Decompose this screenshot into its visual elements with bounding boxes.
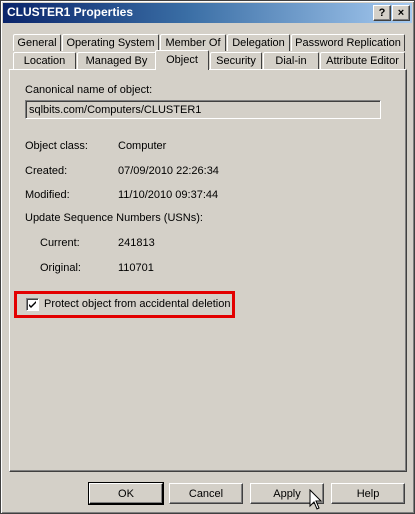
object-class-value: Computer bbox=[118, 140, 167, 152]
canonical-name-field[interactable]: sqlbits.com/Computers/CLUSTER1 bbox=[25, 100, 381, 119]
tab-password-replication[interactable]: Password Replication bbox=[291, 34, 405, 51]
usn-original-label: Original: bbox=[40, 262, 81, 274]
protect-deletion-checkbox[interactable] bbox=[26, 298, 39, 311]
help-button[interactable]: Help bbox=[331, 483, 405, 504]
tab-operating-system[interactable]: Operating System bbox=[62, 34, 159, 51]
modified-value: 11/10/2010 09:37:44 bbox=[118, 189, 219, 201]
mouse-pointer-icon bbox=[309, 489, 323, 510]
usn-original-value: 110701 bbox=[118, 262, 154, 274]
tab-managed-by[interactable]: Managed By bbox=[77, 52, 156, 69]
tab-location[interactable]: Location bbox=[13, 52, 76, 69]
tab-member-of[interactable]: Member Of bbox=[160, 34, 226, 51]
properties-dialog: CLUSTER1 Properties ? × General Operatin… bbox=[0, 0, 415, 514]
window-title: CLUSTER1 Properties bbox=[7, 5, 134, 19]
created-value: 07/09/2010 22:26:34 bbox=[118, 165, 219, 177]
title-bar[interactable]: CLUSTER1 Properties ? × bbox=[3, 3, 412, 23]
modified-label: Modified: bbox=[25, 189, 70, 201]
object-tab-panel: Canonical name of object: sqlbits.com/Co… bbox=[9, 69, 407, 472]
tab-delegation[interactable]: Delegation bbox=[227, 34, 290, 51]
ok-button[interactable]: OK bbox=[88, 482, 164, 505]
cancel-button[interactable]: Cancel bbox=[169, 483, 243, 504]
canonical-name-label: Canonical name of object: bbox=[25, 84, 153, 96]
object-class-label: Object class: bbox=[25, 140, 88, 152]
checkmark-icon bbox=[29, 301, 36, 308]
tab-security[interactable]: Security bbox=[210, 52, 262, 69]
created-label: Created: bbox=[25, 165, 68, 177]
usn-current-value: 241813 bbox=[118, 237, 155, 249]
tab-dial-in[interactable]: Dial-in bbox=[263, 52, 319, 69]
tab-attribute-editor[interactable]: Attribute Editor bbox=[320, 52, 405, 69]
usn-label: Update Sequence Numbers (USNs): bbox=[25, 212, 203, 224]
tab-object[interactable]: Object bbox=[155, 50, 209, 70]
protect-deletion-label[interactable]: Protect object from accidental deletion bbox=[44, 298, 231, 310]
tab-general[interactable]: General bbox=[13, 34, 61, 51]
usn-current-label: Current: bbox=[40, 237, 80, 249]
help-title-button[interactable]: ? bbox=[373, 5, 391, 21]
close-button[interactable]: × bbox=[392, 5, 410, 21]
